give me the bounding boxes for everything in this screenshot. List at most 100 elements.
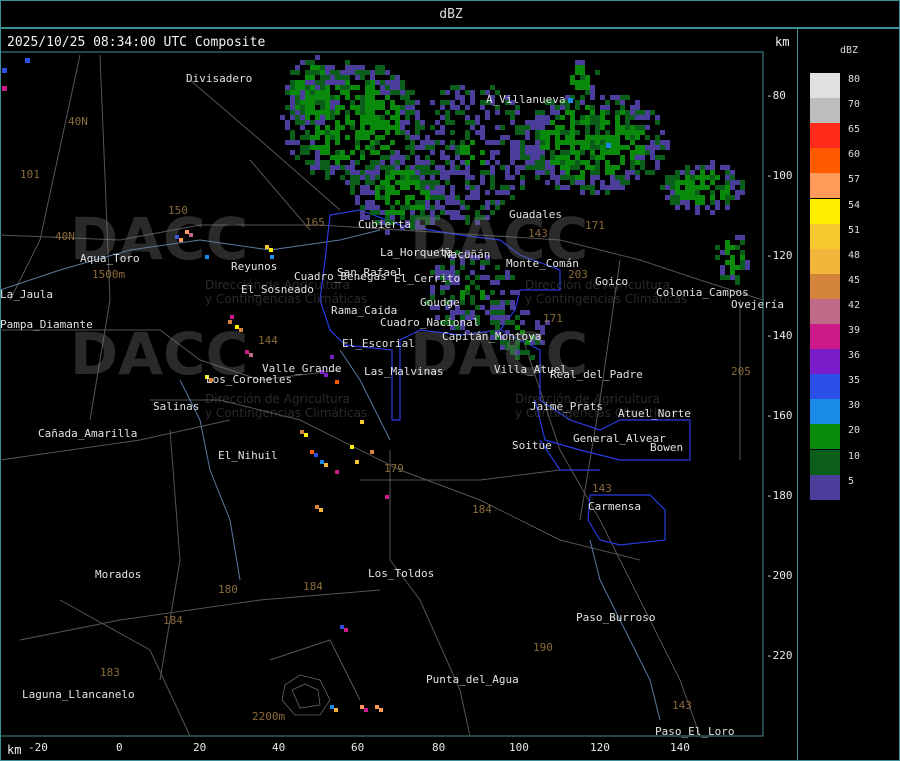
place-label: A_Villanueva — [486, 93, 566, 106]
echo-cell — [620, 100, 625, 105]
echo-cell — [365, 90, 370, 95]
echo-cell — [480, 180, 485, 185]
echo-cell — [410, 140, 415, 145]
echo-cell — [490, 185, 495, 190]
echo-cell — [345, 155, 350, 160]
echo-cell — [530, 150, 535, 155]
echo-cell — [605, 130, 610, 135]
echo-cell — [580, 140, 585, 145]
echo-cell — [570, 115, 575, 120]
echo-cell — [565, 165, 570, 170]
echo-cell — [310, 140, 315, 145]
echo-cell — [385, 185, 390, 190]
echo-cell — [290, 80, 295, 85]
echo-cell — [540, 120, 545, 125]
echo-cell — [390, 75, 395, 80]
legend-title: dBZ — [840, 45, 859, 56]
echo-cell — [655, 120, 660, 125]
echo-cell — [730, 265, 735, 270]
echo-cell — [510, 110, 515, 115]
echo-cell — [450, 190, 455, 195]
echo-cell — [585, 120, 590, 125]
echo-cell — [295, 80, 300, 85]
echo-cell — [290, 105, 295, 110]
echo-cell — [385, 80, 390, 85]
echo-cell — [379, 708, 383, 712]
echo-cell — [405, 110, 410, 115]
echo-cell — [470, 175, 475, 180]
echo-cell — [410, 105, 415, 110]
echo-cell — [300, 60, 305, 65]
echo-cell — [395, 120, 400, 125]
echo-cell — [480, 175, 485, 180]
echo-cell — [445, 115, 450, 120]
echo-cell — [615, 180, 620, 185]
echo-cell — [540, 110, 545, 115]
echo-cell — [570, 145, 575, 150]
echo-cell — [405, 180, 410, 185]
echo-cell — [540, 155, 545, 160]
echo-cell — [395, 150, 400, 155]
echo-cell — [735, 235, 740, 240]
echo-cell — [360, 135, 365, 140]
echo-cell — [540, 140, 545, 145]
echo-cell — [635, 150, 640, 155]
echo-cell — [350, 175, 355, 180]
echo-cell — [465, 290, 470, 295]
echo-cell — [405, 90, 410, 95]
echo-cell — [330, 75, 335, 80]
legend-label: 48 — [848, 249, 861, 261]
echo-cell — [550, 160, 555, 165]
route-label: 143 — [672, 699, 692, 712]
echo-cell — [415, 130, 420, 135]
echo-cell — [340, 90, 345, 95]
echo-cell — [360, 150, 365, 155]
echo-cell — [330, 80, 335, 85]
echo-cell — [590, 110, 595, 115]
echo-cell — [435, 170, 440, 175]
echo-cell — [405, 145, 410, 150]
echo-cell — [680, 200, 685, 205]
echo-cell — [720, 265, 725, 270]
echo-cell — [370, 80, 375, 85]
echo-cell — [645, 115, 650, 120]
echo-cell — [375, 170, 380, 175]
echo-cell — [545, 180, 550, 185]
route-label: 179 — [384, 462, 404, 475]
echo-cell — [385, 125, 390, 130]
echo-cell — [535, 135, 540, 140]
echo-cell — [580, 115, 585, 120]
echo-cell — [470, 140, 475, 145]
echo-cell — [375, 105, 380, 110]
legend-label: 35 — [848, 375, 861, 387]
echo-cell — [650, 110, 655, 115]
echo-cell — [345, 135, 350, 140]
echo-cell — [535, 175, 540, 180]
echo-cell — [480, 100, 485, 105]
echo-cell — [745, 265, 750, 270]
echo-cell — [395, 160, 400, 165]
legend-swatch — [810, 349, 840, 375]
echo-cell — [445, 145, 450, 150]
place-label: General_Alvear — [573, 432, 666, 445]
echo-cell — [510, 290, 515, 295]
echo-cell — [525, 135, 530, 140]
echo-cell — [405, 170, 410, 175]
echo-cell — [735, 195, 740, 200]
echo-cell — [610, 175, 615, 180]
echo-cell — [450, 140, 455, 145]
echo-cell — [660, 155, 665, 160]
echo-cell — [335, 150, 340, 155]
echo-cell — [575, 100, 580, 105]
echo-cell — [290, 135, 295, 140]
echo-cell — [535, 160, 540, 165]
echo-cell — [415, 120, 420, 125]
echo-cell — [330, 355, 334, 359]
echo-cell — [740, 260, 745, 265]
echo-cell — [320, 90, 325, 95]
echo-cell — [655, 160, 660, 165]
echo-cell — [715, 175, 720, 180]
echo-cell — [710, 190, 715, 195]
echo-cell — [315, 110, 320, 115]
echo-cell — [540, 165, 545, 170]
